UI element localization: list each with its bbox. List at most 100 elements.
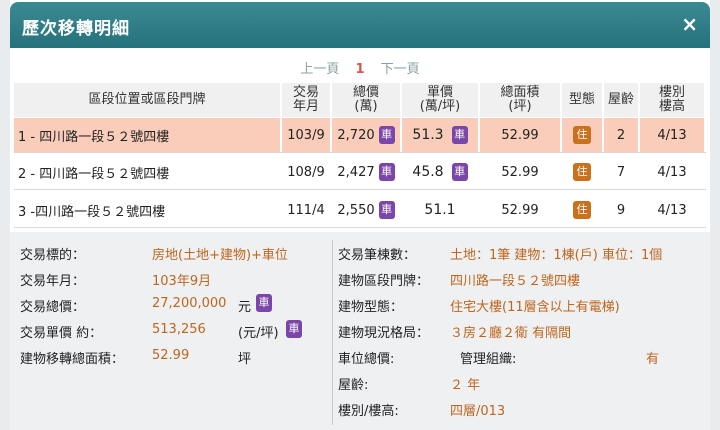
detail-unit: 元 — [238, 300, 252, 315]
detail-label: 交易年月： — [20, 274, 86, 289]
row-total-value: 2,427 — [337, 164, 375, 180]
parking-icon: 車 — [451, 126, 468, 144]
row-unit: 45.8 車 — [402, 155, 480, 189]
row-unit: 51.3 車 — [402, 118, 480, 152]
header-area-l2: (坪) — [508, 99, 532, 114]
detail-label: 交易單價 約： — [20, 326, 103, 341]
detail-label: 屋齡: — [338, 378, 369, 393]
row-total: 2,427 車 — [332, 155, 402, 189]
row-address: 1 - 四川路一段５２號四樓 — [14, 118, 282, 152]
row-address: 3 -四川路一段５２號四樓 — [14, 193, 282, 227]
detail-unit: 坪 — [238, 352, 252, 367]
header-address-label: 區段位置或區段門牌 — [88, 92, 206, 107]
management-label: 管理組織: — [460, 352, 517, 367]
row-address: 2 - 四川路一段５２號四樓 — [14, 155, 282, 189]
row-unit-value: 51.3 — [412, 127, 444, 143]
dialog-titlebar: 歷次移轉明細 × — [10, 2, 710, 48]
row-area: 52.99 — [480, 118, 562, 152]
residence-icon: 住 — [573, 163, 591, 181]
row-date: 111/4 — [282, 193, 332, 227]
detail-value: 103年9月 — [152, 274, 212, 289]
row-area: 52.99 — [480, 193, 562, 227]
row-area: 52.99 — [480, 155, 562, 189]
table-row[interactable]: 1 - 四川路一段５２號四樓 103/9 2,720 車 51.3 車 52.99 … — [14, 118, 706, 153]
detail-value: ３房２廳２衛 有隔間 — [450, 326, 572, 341]
detail-value: 四川路一段５２號四樓 — [450, 274, 581, 289]
residence-icon: 住 — [573, 201, 591, 219]
header-total: 總價 (萬) — [332, 83, 402, 117]
row-unit-value: 51.1 — [424, 202, 456, 218]
table-header: 區段位置或區段門牌 交易 年月 總價 (萬) 單價 (萬/坪) 總面積 (坪) 型態 屋… — [14, 83, 706, 117]
detail-value: 513,256 — [152, 322, 206, 337]
header-floor-l1: 樓別 — [658, 85, 685, 100]
parking-icon: 車 — [451, 163, 468, 181]
row-age: 2 — [604, 118, 640, 152]
detail-label: 交易總價： — [20, 300, 86, 315]
row-age: 7 — [604, 155, 640, 189]
detail-label: 樓別/樓高: — [338, 404, 399, 419]
header-date-l1: 交易 — [292, 85, 319, 100]
header-age: 屋齡 — [604, 83, 640, 117]
row-floor: 4/13 — [640, 193, 706, 227]
residence-icon: 住 — [573, 126, 591, 144]
header-age-label: 屋齡 — [607, 92, 634, 107]
table-row[interactable]: 2 - 四川路一段５２號四樓 108/9 2,427 車 45.8 車 52.99 … — [14, 155, 706, 190]
header-type: 型態 — [562, 83, 604, 117]
row-total: 2,720 車 — [332, 118, 402, 152]
detail-unit: (元/坪) — [238, 326, 279, 341]
row-type: 住 — [562, 118, 604, 152]
detail-label: 建物移轉總面積： — [20, 352, 125, 367]
row-unit-value: 45.8 — [412, 164, 444, 180]
header-date-l2: 年月 — [292, 99, 319, 114]
detail-label: 建物型態： — [338, 300, 404, 315]
row-floor: 4/13 — [640, 155, 706, 189]
row-age: 9 — [604, 193, 640, 227]
detail-value: 四層/013 — [450, 404, 506, 419]
parking-icon: 車 — [378, 126, 395, 144]
close-icon[interactable]: × — [681, 12, 698, 36]
detail-divider — [332, 240, 333, 425]
row-date: 108/9 — [282, 155, 332, 189]
detail-value: ２ 年 — [450, 378, 481, 393]
row-unit: 51.1 — [402, 193, 480, 227]
transfer-history-dialog: 歷次移轉明細 × 上一頁 1 下一頁 區段位置或區段門牌 交易 年月 總價 (萬) … — [10, 0, 710, 430]
header-total-l1: 總價 — [352, 85, 379, 100]
header-floor: 樓別 樓高 — [640, 83, 706, 117]
detail-label: 車位總價: — [338, 352, 395, 367]
detail-value: 52.99 — [152, 348, 190, 363]
parking-icon: 車 — [256, 294, 272, 312]
row-floor: 4/13 — [640, 118, 706, 152]
prev-page-link[interactable]: 上一頁 — [300, 62, 339, 77]
header-unit-l2: (萬/坪) — [419, 99, 461, 114]
header-unit-l1: 單價 — [426, 85, 453, 100]
header-area-l1: 總面積 — [500, 85, 540, 100]
next-page-link[interactable]: 下一頁 — [381, 62, 420, 77]
detail-label: 交易筆棟數： — [338, 248, 417, 263]
header-total-l2: (萬) — [354, 99, 378, 114]
detail-label: 建物區段門牌： — [338, 274, 430, 289]
dialog-title: 歷次移轉明細 — [22, 19, 130, 39]
header-floor-l2: 樓高 — [658, 99, 685, 114]
detail-value: 土地：1筆 建物：1棟(戶) 車位：1個 — [450, 248, 663, 263]
detail-value: 27,200,000 — [152, 296, 227, 311]
detail-value: 住宅大樓(11層含以上有電梯) — [450, 300, 620, 315]
header-date: 交易 年月 — [282, 83, 332, 117]
detail-label: 交易標的： — [20, 248, 86, 263]
management-value: 有 — [646, 352, 660, 367]
row-total-value: 2,720 — [337, 127, 375, 143]
header-area: 總面積 (坪) — [480, 83, 562, 117]
row-type: 住 — [562, 193, 604, 227]
parking-icon: 車 — [286, 320, 302, 338]
row-total-value: 2,550 — [337, 202, 375, 218]
parking-icon: 車 — [378, 163, 395, 181]
header-unit: 單價 (萬/坪) — [402, 83, 480, 117]
row-type: 住 — [562, 155, 604, 189]
detail-value: 房地(土地+建物)+車位 — [152, 248, 288, 263]
detail-label: 建物現況格局： — [338, 326, 430, 341]
header-address: 區段位置或區段門牌 — [14, 83, 282, 117]
transaction-detail-panel: 交易標的： 房地(土地+建物)+車位 交易年月： 103年9月 交易總價： 27… — [10, 232, 710, 430]
table-row[interactable]: 3 -四川路一段５２號四樓 111/4 2,550 車 51.1 52.99 住 … — [14, 193, 706, 228]
header-type-label: 型態 — [568, 92, 595, 107]
row-date: 103/9 — [282, 118, 332, 152]
pagination: 上一頁 1 下一頁 — [10, 58, 710, 77]
